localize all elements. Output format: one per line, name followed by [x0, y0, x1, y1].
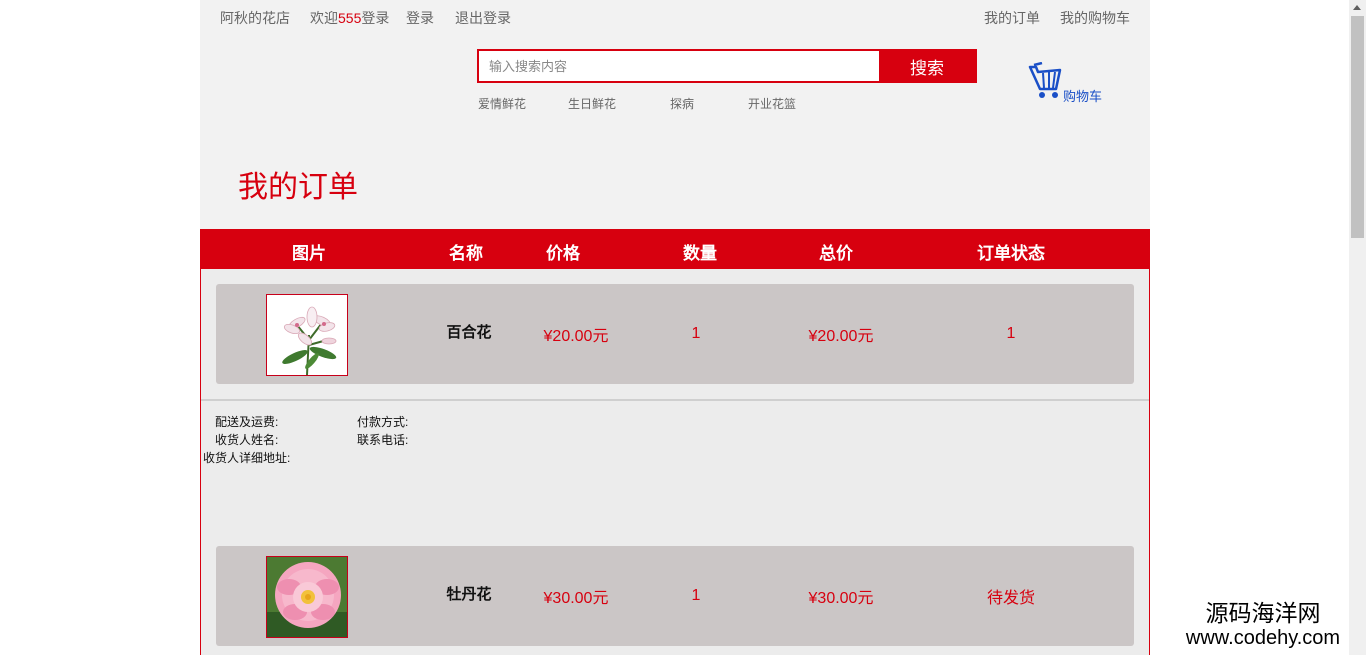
order-name: 百合花: [446, 322, 492, 341]
search-input[interactable]: [479, 51, 881, 81]
top-nav-bar: 阿秋的花店 欢迎555登录 登录 退出登录 我的订单 我的购物车: [200, 0, 1150, 34]
search-box: 搜索: [477, 49, 977, 83]
order-quantity: 1: [691, 325, 701, 342]
order-price: ¥30.00元: [543, 590, 609, 607]
row-divider: [201, 399, 1149, 401]
header-quantity: 数量: [683, 244, 717, 264]
my-cart-link[interactable]: 我的购物车: [1060, 8, 1130, 28]
cart-link[interactable]: 购物车: [1028, 62, 1138, 105]
order-total: ¥20.00元: [808, 328, 874, 345]
welcome-suffix: 登录: [361, 10, 390, 26]
order-table-body: 百合花 ¥20.00元 1 ¥20.00元 1 配送及运费: 付款方式: 收货人…: [200, 269, 1150, 655]
welcome-text: 欢迎555登录: [310, 8, 389, 28]
watermark: 源码海洋网 www.codehy.com: [1160, 600, 1366, 650]
header-name: 名称: [449, 244, 483, 264]
shopping-cart-icon: [1028, 62, 1062, 98]
page-container: 阿秋的花店 欢迎555登录 登录 退出登录 我的订单 我的购物车 搜索 爱情鲜花…: [200, 0, 1150, 655]
order-table-header: 图片 名称 价格 数量 总价 订单状态: [200, 229, 1150, 269]
shipping-label: 配送及运费:: [215, 415, 279, 429]
shop-name-link[interactable]: 阿秋的花店: [220, 8, 290, 28]
hot-link-visit-sick[interactable]: 探病: [670, 95, 694, 112]
lily-flower-image[interactable]: [266, 294, 348, 376]
hot-link-opening-basket[interactable]: 开业花篮: [748, 95, 796, 112]
order-total: ¥30.00元: [808, 590, 874, 607]
page-title: 我的订单: [238, 171, 358, 204]
watermark-url: www.codehy.com: [1185, 627, 1341, 649]
my-orders-link[interactable]: 我的订单: [984, 8, 1040, 28]
scroll-up-arrow-icon[interactable]: [1353, 5, 1361, 10]
cart-label[interactable]: 购物车: [1063, 86, 1102, 105]
address-label: 收货人详细地址:: [203, 451, 291, 465]
order-quantity: 1: [691, 587, 701, 604]
welcome-prefix: 欢迎: [310, 10, 338, 26]
scrollbar-thumb[interactable]: [1351, 16, 1364, 238]
search-button[interactable]: 搜索: [879, 51, 975, 81]
hot-link-love-flowers[interactable]: 爱情鲜花: [478, 95, 526, 112]
peony-flower-image[interactable]: [266, 556, 348, 638]
header-image: 图片: [292, 244, 326, 264]
username: 555: [338, 10, 362, 26]
hot-link-birthday-flowers[interactable]: 生日鲜花: [568, 95, 616, 112]
watermark-title: 源码海洋网: [1205, 600, 1321, 626]
order-row: 百合花 ¥20.00元 1 ¥20.00元 1: [216, 284, 1134, 384]
order-name: 牡丹花: [446, 584, 492, 603]
order-status: 1: [1006, 325, 1016, 342]
header-status: 订单状态: [977, 244, 1045, 264]
receiver-label: 收货人姓名:: [215, 433, 279, 447]
order-row: 牡丹花 ¥30.00元 1 ¥30.00元 待发货: [216, 546, 1134, 646]
logout-link[interactable]: 退出登录: [455, 8, 511, 28]
payment-label: 付款方式:: [357, 415, 409, 429]
header-total: 总价: [819, 244, 853, 264]
login-link[interactable]: 登录: [406, 8, 434, 28]
order-status: 待发货: [986, 590, 1035, 607]
vertical-scrollbar[interactable]: [1349, 0, 1366, 655]
phone-label: 联系电话:: [357, 433, 409, 447]
order-price: ¥20.00元: [543, 328, 609, 345]
header-price: 价格: [546, 244, 580, 264]
